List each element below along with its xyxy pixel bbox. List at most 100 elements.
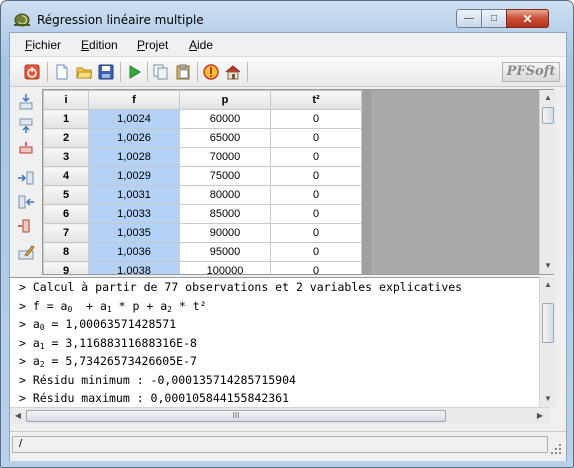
table-cell[interactable]: 0	[270, 109, 362, 129]
table-cell[interactable]: 1,0035	[88, 223, 180, 243]
row-header[interactable]: 4	[43, 166, 89, 186]
delete-row-icon[interactable]	[17, 141, 35, 159]
output-console[interactable]: > Calcul à partir de 77 observations et …	[10, 277, 550, 407]
table-cell[interactable]: 1,0028	[88, 147, 180, 167]
home-button[interactable]	[223, 62, 243, 82]
row-header[interactable]: 3	[43, 147, 89, 167]
menu-aide-label: ide	[197, 38, 214, 52]
scroll-left-icon[interactable]: ◀	[10, 408, 26, 424]
table-cell[interactable]: 0	[270, 242, 362, 262]
table-cell[interactable]: 0	[270, 128, 362, 148]
row-header[interactable]: 6	[43, 204, 89, 224]
edit-cell-icon[interactable]	[17, 243, 35, 261]
output-hscroll-thumb[interactable]: III	[26, 410, 446, 422]
minimize-icon: —	[464, 13, 474, 24]
table-cell[interactable]: 1,0029	[88, 166, 180, 186]
scroll-down-icon[interactable]: ▼	[540, 391, 556, 407]
table-cell[interactable]: 0	[270, 261, 362, 274]
scroll-down-icon[interactable]: ▼	[540, 258, 556, 274]
table-row: 2 1,0026 65000 0	[43, 128, 362, 148]
menu-edition[interactable]: Edition	[81, 38, 118, 52]
row-header[interactable]: 9	[43, 261, 89, 274]
status-bar: /	[10, 431, 566, 461]
table-cell[interactable]: 1,0033	[88, 204, 180, 224]
run-icon	[129, 65, 141, 79]
maximize-button[interactable]: □	[481, 9, 507, 28]
column-header-p[interactable]: p	[179, 90, 271, 110]
table-cell[interactable]: 0	[270, 185, 362, 205]
table-cell[interactable]: 1,0024	[88, 109, 180, 129]
table-cell[interactable]: 60000	[179, 109, 271, 129]
save-icon	[98, 64, 114, 80]
column-header-i[interactable]: i	[43, 90, 89, 110]
table-row: 1 1,0024 60000 0	[43, 109, 362, 129]
table-cell[interactable]: 1,0038	[88, 261, 180, 274]
table-cell[interactable]: 1,0036	[88, 242, 180, 262]
table-cell[interactable]: 0	[270, 166, 362, 186]
row-header[interactable]: 1	[43, 109, 89, 129]
table-cell[interactable]: 0	[270, 147, 362, 167]
table-cell[interactable]: 80000	[179, 185, 271, 205]
insert-column-right-icon[interactable]	[17, 193, 35, 211]
menu-edition-label: dition	[89, 38, 118, 52]
table-cell[interactable]: 100000	[179, 261, 271, 274]
grid-vertical-scrollbar[interactable]: ▲ ▼	[539, 90, 556, 274]
insert-row-above-icon[interactable]	[17, 93, 35, 111]
insert-column-left-icon[interactable]	[17, 169, 35, 187]
delete-column-icon[interactable]	[17, 217, 35, 235]
table-cell[interactable]: 75000	[179, 166, 271, 186]
output-scroll-thumb[interactable]	[542, 303, 554, 343]
close-button[interactable]: ✕	[506, 9, 549, 28]
output-horizontal-scrollbar[interactable]: ◀ III ▶	[10, 407, 550, 424]
menu-bar: Fichier Edition Projet Aide	[10, 33, 566, 57]
row-header[interactable]: 8	[43, 242, 89, 262]
output-vertical-scrollbar[interactable]: ▲ ▼	[539, 277, 556, 407]
toolbar-separator	[120, 62, 121, 82]
row-header[interactable]: 2	[43, 128, 89, 148]
copy-button[interactable]	[151, 62, 171, 82]
copy-icon	[153, 64, 168, 80]
grid-empty-area	[371, 90, 553, 274]
menu-aide[interactable]: Aide	[189, 38, 213, 52]
client-area: Fichier Edition Projet Aide PFSoft i f p…	[9, 32, 567, 461]
table-cell[interactable]: 1,0026	[88, 128, 180, 148]
output-line: > Résidu minimum : -0,000135714285715904	[19, 372, 296, 387]
table-cell[interactable]: 70000	[179, 147, 271, 167]
scroll-up-icon[interactable]: ▲	[540, 277, 556, 293]
new-file-icon	[56, 64, 68, 80]
open-button[interactable]	[74, 62, 94, 82]
insert-row-below-icon[interactable]	[17, 117, 35, 135]
table-row: 5 1,0031 80000 0	[43, 185, 362, 205]
resize-grip-icon[interactable]	[550, 443, 562, 455]
table-header-row: i f p t²	[43, 90, 362, 110]
toolbar-separator	[47, 62, 48, 82]
menu-projet[interactable]: Projet	[137, 38, 168, 52]
open-folder-icon	[76, 67, 92, 79]
new-file-button[interactable]	[52, 62, 72, 82]
row-header[interactable]: 7	[43, 223, 89, 243]
table-cell[interactable]: 85000	[179, 204, 271, 224]
power-button[interactable]	[22, 62, 42, 82]
warning-button[interactable]	[201, 62, 221, 82]
table-cell[interactable]: 95000	[179, 242, 271, 262]
menu-fichier[interactable]: Fichier	[25, 38, 61, 52]
column-header-f[interactable]: f	[88, 90, 180, 110]
table-cell[interactable]: 1,0031	[88, 185, 180, 205]
table-cell[interactable]: 0	[270, 223, 362, 243]
menu-edition-accel: E	[81, 38, 90, 52]
run-button[interactable]	[124, 62, 144, 82]
menu-fichier-label: ichier	[32, 38, 62, 52]
scroll-up-icon[interactable]: ▲	[540, 90, 556, 106]
table-cell[interactable]: 0	[270, 204, 362, 224]
table-cell[interactable]: 90000	[179, 223, 271, 243]
output-line: > Résidu maximum : 0,000105844155842361	[19, 391, 290, 405]
scroll-right-icon[interactable]: ▶	[532, 408, 548, 424]
row-header[interactable]: 5	[43, 185, 89, 205]
grid-scroll-thumb[interactable]	[542, 107, 554, 124]
minimize-button[interactable]: —	[456, 9, 482, 28]
table-cell[interactable]: 65000	[179, 128, 271, 148]
paste-button[interactable]	[173, 62, 193, 82]
title-bar[interactable]: Régression linéaire multiple — □ ✕	[1, 1, 573, 33]
column-header-t2[interactable]: t²	[270, 90, 362, 110]
save-button[interactable]	[96, 62, 116, 82]
